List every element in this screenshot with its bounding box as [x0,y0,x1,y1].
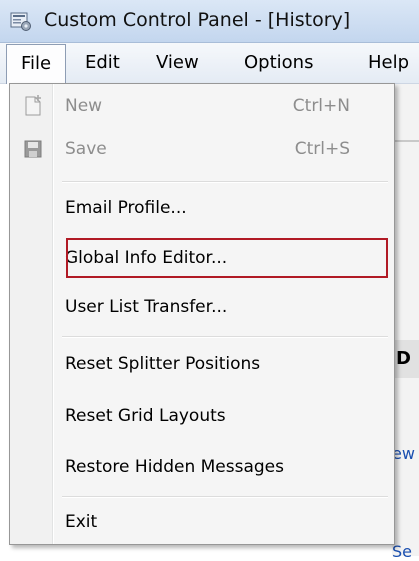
menu-item-email-profile[interactable]: Email Profile... [12,188,392,228]
menu-item-label: Reset Splitter Positions [65,354,261,374]
menu-item-label: Reset Grid Layouts [65,406,226,426]
background-text-d: D [396,348,411,369]
background-divider [392,140,419,142]
menu-separator [62,496,388,498]
menu-separator [62,181,388,183]
menu-edit[interactable]: Edit [85,43,120,83]
menu-item-label: Exit [65,512,98,532]
file-menu-dropdown: New Ctrl+N Save Ctrl+S Email Profile... … [9,83,395,545]
window-title: Custom Control Panel - [History] [44,9,351,31]
background-text-ew: ew [392,444,415,463]
menu-item-user-list-transfer[interactable]: User List Transfer... [12,287,392,327]
menu-item-label: Restore Hidden Messages [65,457,284,477]
menu-item-shortcut: Ctrl+S [294,139,350,159]
background-window: D ew Se [392,84,419,561]
app-icon[interactable] [10,10,32,32]
menu-file[interactable]: File [6,44,66,84]
menu-item-save[interactable]: Save Ctrl+S [12,129,392,169]
menu-view[interactable]: View [156,43,199,83]
menu-item-exit[interactable]: Exit [12,502,392,542]
menu-item-label: New [65,96,103,116]
menu-separator [62,336,388,338]
title-bar: Custom Control Panel - [History] [0,0,419,43]
menu-item-label: Save [65,139,107,159]
new-file-icon [25,95,41,116]
background-text-se: Se [392,542,412,561]
menu-item-restore-hidden-messages[interactable]: Restore Hidden Messages [12,447,392,487]
menu-item-shortcut: Ctrl+N [292,96,350,116]
menu-item-new[interactable]: New Ctrl+N [12,86,392,126]
highlight-box [66,238,388,278]
menu-item-label: User List Transfer... [65,297,228,317]
menu-item-reset-splitter-positions[interactable]: Reset Splitter Positions [12,344,392,384]
menu-bar: File Edit View Options Help [0,43,419,84]
menu-options[interactable]: Options [244,43,313,83]
menu-help[interactable]: Help [368,43,409,83]
menu-item-label: Email Profile... [65,198,187,218]
save-disk-icon [24,140,42,158]
menu-item-reset-grid-layouts[interactable]: Reset Grid Layouts [12,396,392,436]
